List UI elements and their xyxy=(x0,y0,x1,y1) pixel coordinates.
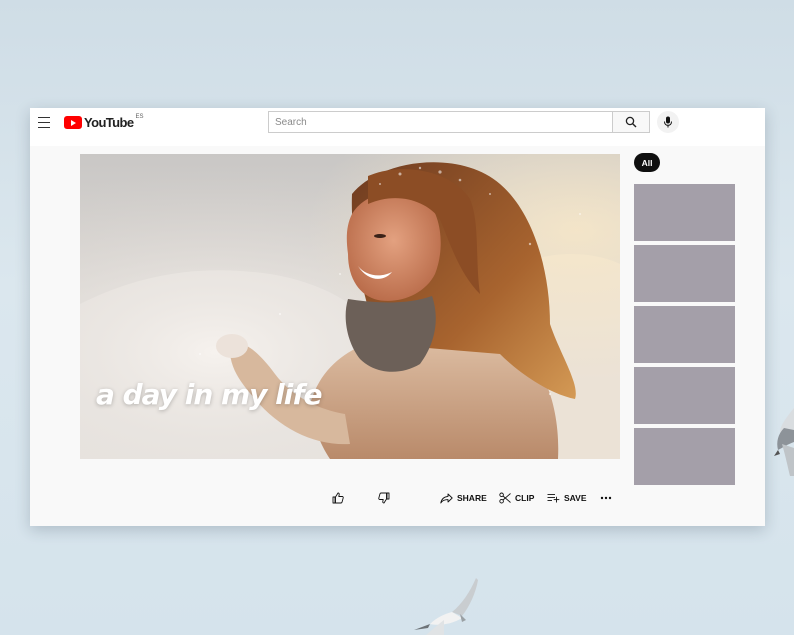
filter-chip-all[interactable]: All xyxy=(634,153,660,172)
video-player[interactable]: a day in my life xyxy=(80,154,620,459)
mic-icon xyxy=(664,116,672,128)
region-code: ES xyxy=(135,113,144,120)
recommended-video-thumbnail[interactable] xyxy=(634,245,735,302)
thumbs-down-icon xyxy=(378,492,390,504)
clip-button[interactable]: CLIP xyxy=(499,488,534,508)
top-bar: YouTube ES xyxy=(30,108,765,146)
menu-icon[interactable] xyxy=(38,117,50,128)
share-label: SHARE xyxy=(457,493,487,503)
search-icon xyxy=(625,116,637,128)
video-overlay-title: a day in my life xyxy=(96,378,323,411)
like-button[interactable] xyxy=(332,488,344,508)
recommended-video-thumbnail[interactable] xyxy=(634,367,735,424)
youtube-logo-icon xyxy=(64,116,82,129)
recommended-video-thumbnail[interactable] xyxy=(634,184,735,241)
recommended-video-thumbnail[interactable] xyxy=(634,428,735,485)
seagull-decoration-bottom xyxy=(414,578,478,635)
more-actions-button[interactable] xyxy=(600,488,612,508)
youtube-logo[interactable]: YouTube ES xyxy=(64,113,144,130)
youtube-window-mockup: YouTube ES Search a day in my life SHARE… xyxy=(30,108,765,526)
share-icon xyxy=(440,493,453,503)
dislike-button[interactable] xyxy=(378,488,390,508)
recommended-video-thumbnail[interactable] xyxy=(634,306,735,363)
search-button[interactable] xyxy=(612,111,650,133)
more-dots-icon xyxy=(600,496,612,500)
video-actions: SHARE CLIP SAVE xyxy=(30,488,765,508)
search-field xyxy=(268,111,612,133)
save-playlist-icon xyxy=(547,494,560,503)
share-button[interactable]: SHARE xyxy=(440,488,487,508)
scissors-icon xyxy=(499,492,511,504)
voice-search-button[interactable] xyxy=(657,111,679,133)
video-frame-image xyxy=(80,154,620,459)
logo-text: YouTube xyxy=(84,115,134,130)
clip-label: CLIP xyxy=(515,493,535,503)
save-label: SAVE xyxy=(564,493,587,503)
thumbs-up-icon xyxy=(332,492,344,504)
save-button[interactable]: SAVE xyxy=(547,488,587,508)
search-input[interactable] xyxy=(269,112,612,133)
